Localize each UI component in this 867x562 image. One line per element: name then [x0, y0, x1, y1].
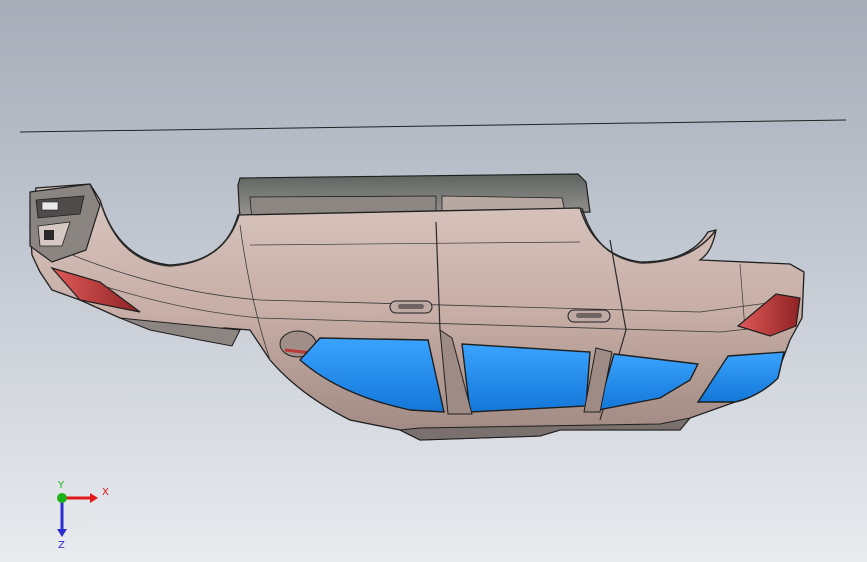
z-axis-label: Z — [58, 540, 65, 550]
coordinate-triad: X Y Z — [57, 480, 109, 550]
triad-backdrop — [62, 500, 92, 530]
graphics-viewport[interactable]: X Y Z — [0, 0, 867, 562]
x-axis-head — [90, 493, 98, 503]
rear-door-window[interactable] — [461, 343, 591, 413]
sketch-line[interactable] — [19, 119, 847, 133]
x-axis-label: X — [102, 487, 109, 498]
front-door-handle[interactable] — [389, 300, 433, 314]
y-axis-dot — [57, 493, 67, 503]
z-axis-head — [57, 529, 67, 537]
rear-door-handle[interactable] — [567, 309, 611, 323]
car-body-model[interactable] — [0, 0, 867, 562]
y-axis-label: Y — [57, 480, 65, 491]
